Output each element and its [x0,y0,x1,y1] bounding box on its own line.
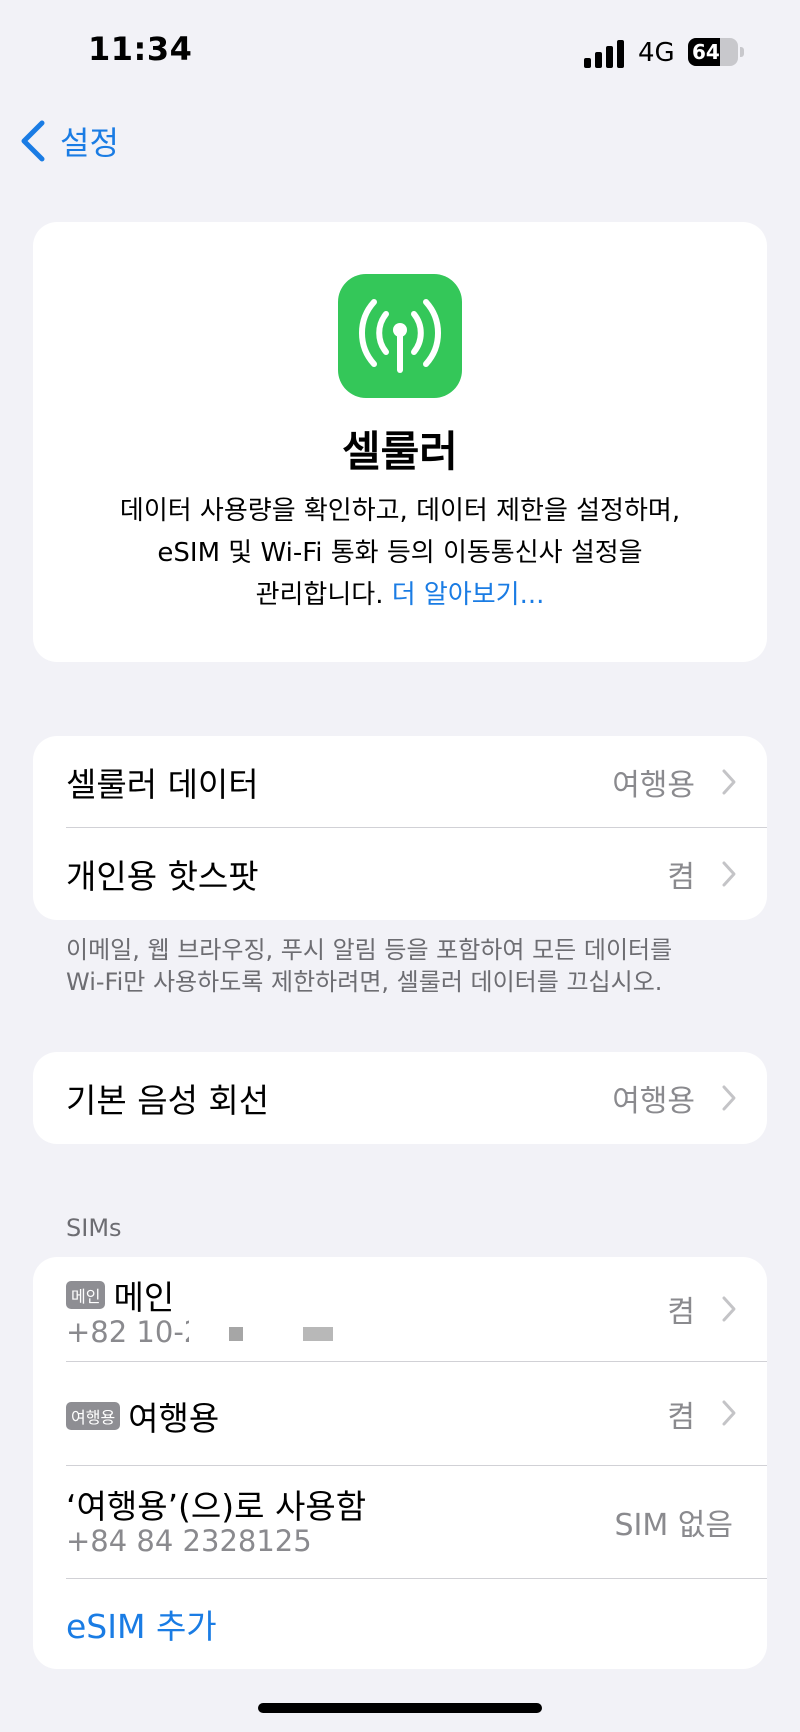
chevron-right-icon [722,861,736,887]
row-value: 켬 [667,1400,695,1435]
default-voice-line-row[interactable]: 기본 음성 회선 여행용 [33,1052,767,1144]
nav-bar: 설정 [0,112,800,172]
sims-group: 메인 메인 +82 10-2 켬 여행용 여행용 켬 ‘여행용’(으)로 사용함… [33,1257,767,1669]
signal-icon [584,40,626,68]
footnote-line: Wi-Fi만 사용하도록 제한하려면, 셀룰러 데이터를 끄십시오. [66,968,663,996]
description-line: eSIM 및 Wi-Fi 통화 등의 이동통신사 설정을 [157,538,643,568]
row-value: 켬 [667,1295,695,1330]
battery-icon: 64 [688,38,738,66]
row-value: 여행용 [612,1084,695,1119]
add-esim-button[interactable]: eSIM 추가 [66,1600,217,1648]
cellular-data-row[interactable]: 셀룰러 데이터 여행용 [33,736,767,827]
sim-badge: 여행용 [66,1402,121,1430]
sim-badge: 메인 [66,1281,106,1309]
sim-phone-number: +82 10-2 [66,1315,203,1349]
chevron-right-icon [722,769,736,794]
row-label: ‘여행용’(으)로 사용함 [66,1487,367,1526]
back-label: 설정 [60,124,119,162]
sim-label: 메인 [113,1278,175,1317]
cellular-info-card: 셀룰러 데이터 사용량을 확인하고, 데이터 제한을 설정하며, eSIM 및 … [33,222,767,662]
battery-percent: 64 [692,40,720,64]
battery-tip [740,47,744,57]
home-indicator [258,1703,542,1713]
chevron-right-icon [722,1296,736,1322]
learn-more-link[interactable]: 더 알아보기... [392,580,545,610]
network-type: 4G [638,38,675,68]
footnote-line: 이메일, 웹 브라우징, 푸시 알림 등을 포함하여 모든 데이터를 [66,936,673,964]
cellular-data-footnote: 이메일, 웹 브라우징, 푸시 알림 등을 포함하여 모든 데이터를 Wi-Fi… [66,934,746,998]
sim-row-travel[interactable]: 여행용 여행용 켬 [33,1362,767,1465]
sim-row-main[interactable]: 메인 메인 +82 10-2 켬 [33,1257,767,1361]
status-time: 11:34 [88,30,193,68]
sim-row-use-as: ‘여행용’(으)로 사용함 +84 84 2328125 SIM 없음 [33,1466,767,1578]
personal-hotspot-row[interactable]: 개인용 핫스팟 켬 [33,828,767,920]
row-label: 셀룰러 데이터 [66,764,259,804]
back-button[interactable]: 설정 [16,118,119,164]
sims-section-header: SIMs [66,1214,122,1242]
cellular-data-group: 셀룰러 데이터 여행용 개인용 핫스팟 켬 [33,736,767,920]
redaction-block [229,1327,243,1341]
redaction-block [303,1327,333,1341]
status-bar: 11:34 4G 64 [0,0,800,100]
row-value: 켬 [667,860,695,895]
description-line: 관리합니다. [255,580,384,610]
add-esim-row[interactable]: eSIM 추가 [33,1579,767,1669]
sim-phone-number: +84 84 2328125 [66,1524,312,1558]
chevron-right-icon [722,1085,736,1111]
row-value: SIM 없음 [614,1508,733,1543]
sim-label: 여행용 [128,1399,220,1438]
chevron-left-icon [21,120,45,162]
row-value: 여행용 [612,767,695,803]
row-label: 기본 음성 회선 [66,1081,270,1120]
hero-description: 데이터 사용량을 확인하고, 데이터 제한을 설정하며, eSIM 및 Wi-F… [73,490,727,616]
description-line: 데이터 사용량을 확인하고, 데이터 제한을 설정하며, [119,496,681,526]
row-label: 개인용 핫스팟 [66,857,259,896]
page-title: 셀룰러 [342,427,458,476]
default-voice-group: 기본 음성 회선 여행용 [33,1052,767,1144]
chevron-right-icon [722,1400,736,1426]
cellular-antenna-icon [338,274,462,398]
